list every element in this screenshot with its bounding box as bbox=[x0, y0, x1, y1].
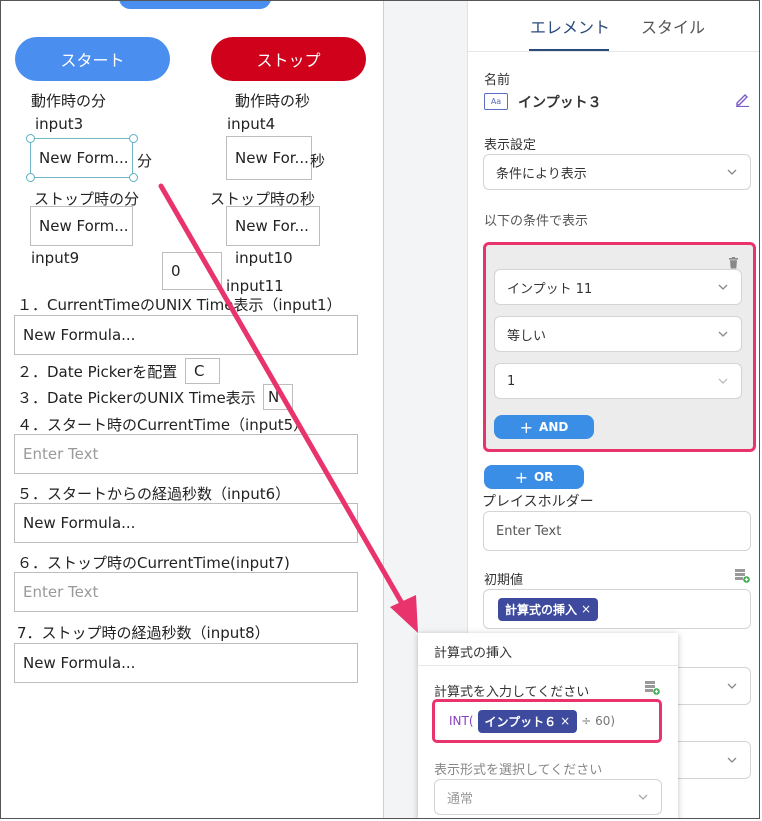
annotation-arrow bbox=[158, 183, 418, 633]
window-frame: スタート ストップ 動作時の分 動作時の秒 input3 input4 New … bbox=[0, 0, 760, 819]
